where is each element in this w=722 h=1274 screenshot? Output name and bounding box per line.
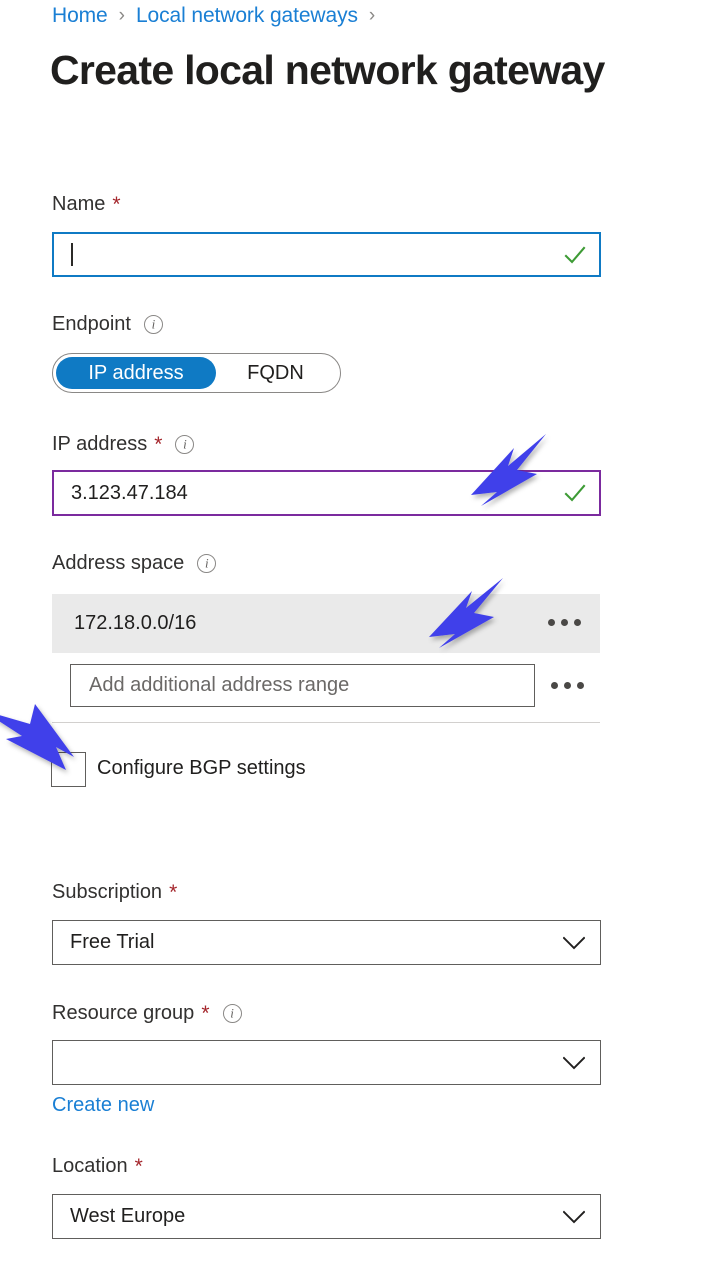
page-title: Create local network gateway: [50, 47, 605, 93]
info-icon[interactable]: i: [197, 554, 217, 573]
valid-check-icon: [564, 484, 586, 502]
required-asterisk: *: [201, 1002, 210, 1025]
configure-bgp-checkbox[interactable]: [51, 752, 86, 787]
info-icon[interactable]: i: [222, 1004, 242, 1023]
subscription-label: Subscription *: [52, 881, 177, 904]
add-address-range-input[interactable]: Add additional address range: [70, 664, 535, 707]
breadcrumb-item-local-network-gateways[interactable]: Local network gateways: [136, 4, 358, 28]
required-asterisk: *: [169, 881, 178, 904]
ip-address-label: IP address * i: [52, 433, 195, 456]
endpoint-option-fqdn[interactable]: FQDN: [216, 357, 335, 389]
chevron-down-icon: [563, 1210, 585, 1223]
text-caret: [71, 243, 74, 266]
resource-group-label-text: Resource group: [52, 1002, 195, 1024]
breadcrumb-chevron-icon: ›: [118, 5, 125, 26]
address-space-label-text: Address space: [52, 552, 185, 574]
ip-address-input-value: 3.123.47.184: [71, 481, 188, 504]
location-dropdown-value: West Europe: [70, 1205, 186, 1227]
section-divider: [52, 722, 600, 724]
name-label-text: Name: [52, 193, 106, 215]
address-space-row[interactable]: 172.18.0.0/16: [52, 594, 600, 653]
breadcrumb: Home › Local network gateways ›: [52, 0, 386, 32]
ellipsis-menu-icon[interactable]: [548, 619, 581, 626]
create-new-resource-group-link[interactable]: Create new: [52, 1094, 154, 1117]
required-asterisk: *: [112, 193, 121, 216]
endpoint-label-text: Endpoint: [52, 313, 131, 335]
valid-check-icon: [564, 246, 586, 264]
breadcrumb-chevron-icon: ›: [368, 5, 376, 26]
ip-address-label-text: IP address: [52, 433, 148, 455]
name-input[interactable]: [52, 232, 601, 277]
location-label-text: Location: [52, 1155, 128, 1177]
required-asterisk: *: [154, 433, 163, 456]
subscription-label-text: Subscription: [52, 881, 163, 903]
address-space-label: Address space i: [52, 552, 217, 575]
configure-bgp-label[interactable]: Configure BGP settings: [97, 757, 306, 780]
info-icon[interactable]: i: [143, 315, 163, 334]
subscription-dropdown[interactable]: Free Trial: [52, 920, 601, 965]
info-icon[interactable]: i: [175, 435, 195, 454]
subscription-dropdown-value: Free Trial: [70, 931, 155, 953]
location-dropdown[interactable]: West Europe: [52, 1194, 601, 1239]
chevron-down-icon: [563, 1056, 585, 1069]
endpoint-choice-group[interactable]: IP address FQDN: [52, 353, 341, 393]
location-label: Location *: [52, 1155, 143, 1178]
endpoint-label: Endpoint i: [52, 313, 163, 336]
resource-group-dropdown[interactable]: [52, 1040, 601, 1085]
chevron-down-icon: [563, 936, 585, 949]
endpoint-option-fqdn-label: FQDN: [247, 361, 304, 384]
endpoint-option-ip-address[interactable]: IP address: [56, 357, 216, 389]
ip-address-input[interactable]: 3.123.47.184: [52, 470, 601, 516]
address-space-row-value: 172.18.0.0/16: [74, 612, 197, 634]
ellipsis-menu-icon[interactable]: [551, 682, 584, 689]
resource-group-label: Resource group * i: [52, 1002, 242, 1025]
breadcrumb-item-home[interactable]: Home: [52, 4, 108, 28]
name-label: Name *: [52, 193, 121, 216]
add-address-range-placeholder: Add additional address range: [89, 674, 350, 696]
endpoint-option-ip-address-label: IP address: [88, 361, 184, 384]
required-asterisk: *: [134, 1155, 143, 1178]
